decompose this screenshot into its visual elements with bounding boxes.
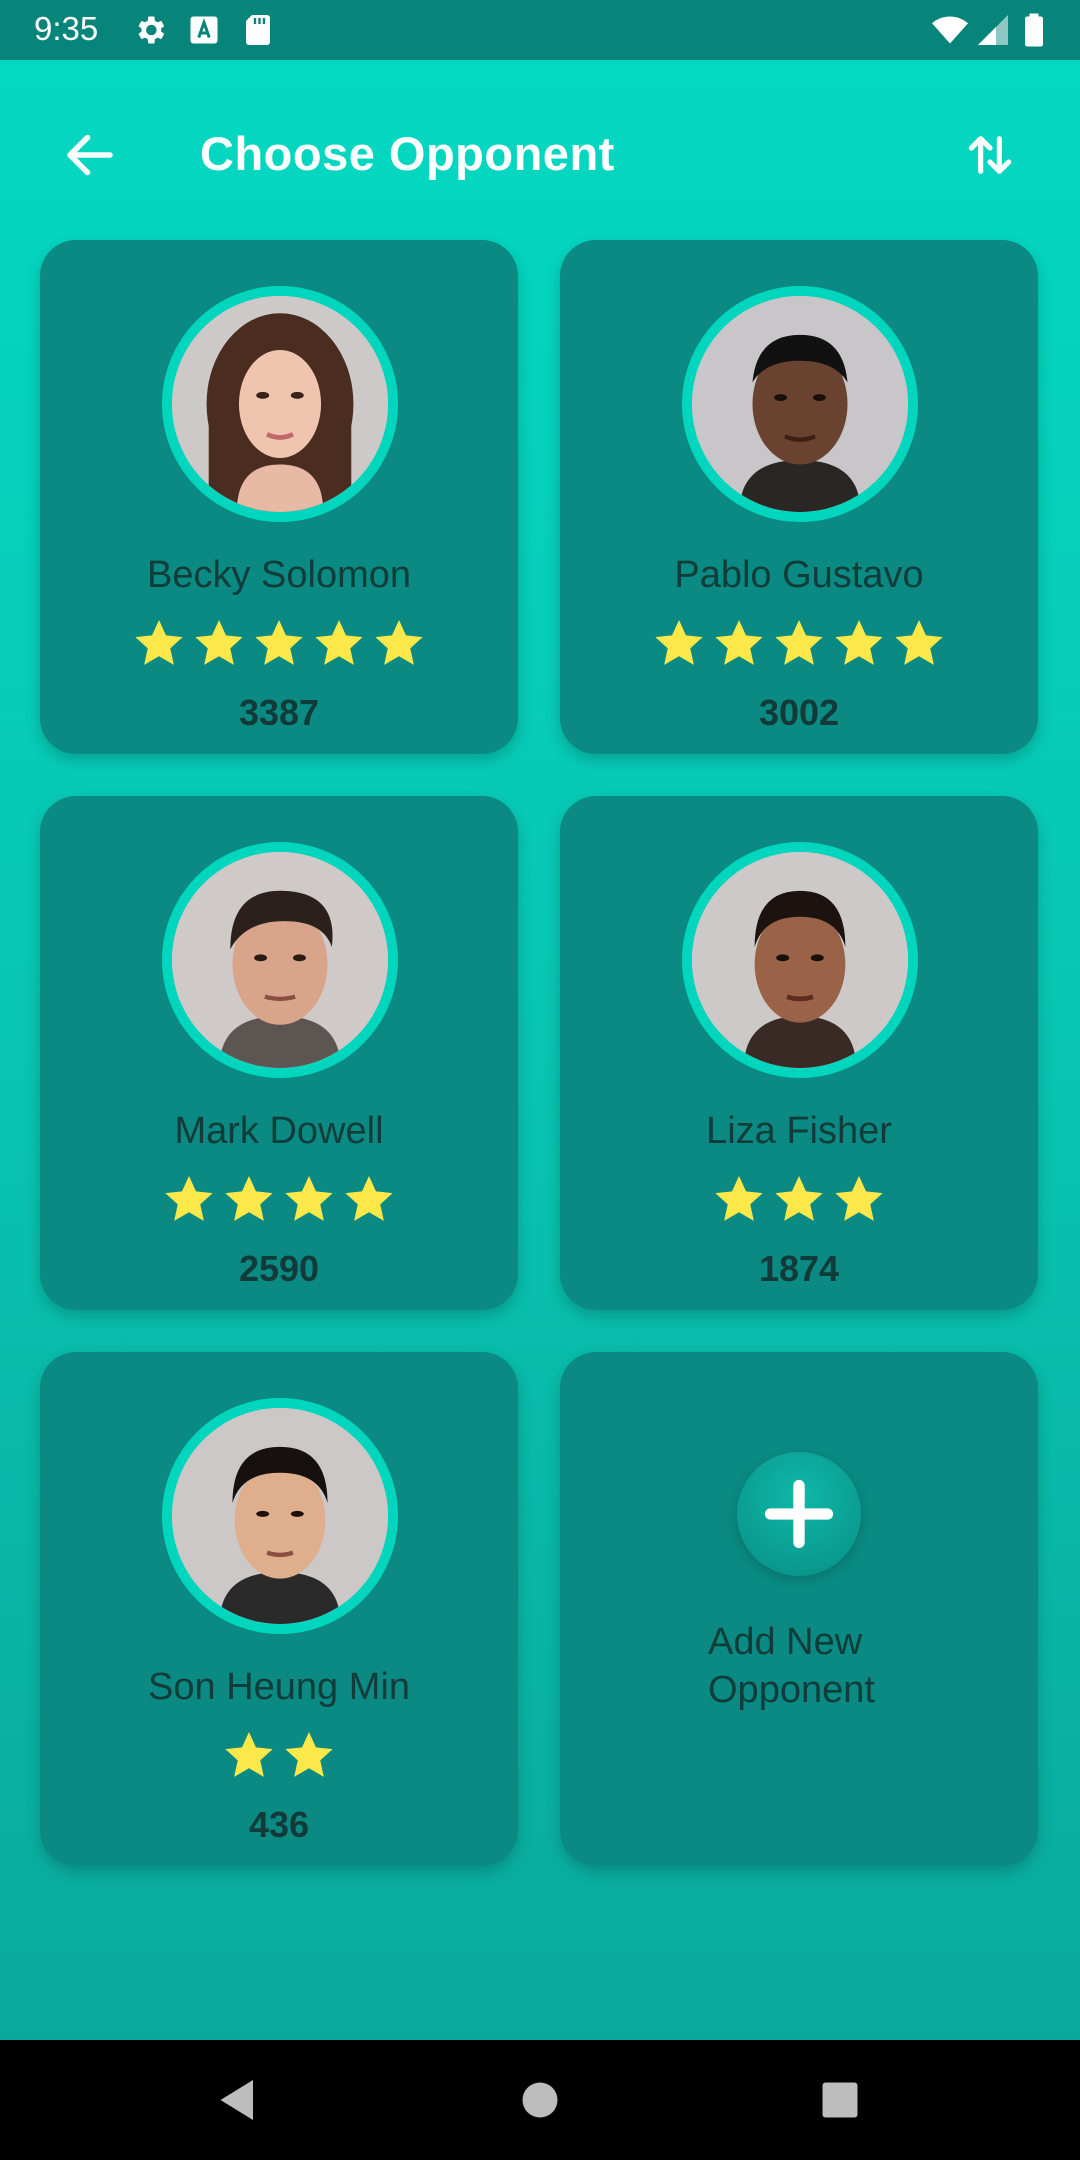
star-icon — [895, 620, 943, 665]
opponent-name: Liza Fisher — [706, 1110, 892, 1152]
star-icon — [375, 620, 423, 665]
star-icon — [775, 1176, 823, 1221]
back-button[interactable] — [60, 125, 120, 185]
opponent-name: Pablo Gustavo — [674, 554, 924, 596]
add-opponent-label: Add New Opponent — [708, 1618, 875, 1714]
add-button[interactable] — [737, 1452, 861, 1576]
home-circle-icon[interactable] — [510, 2070, 570, 2130]
star-icon — [835, 1176, 883, 1221]
gear-icon — [138, 16, 165, 44]
opponent-rating: 3002 — [758, 692, 840, 733]
star-icon — [225, 1176, 273, 1221]
opponent-card[interactable]: Becky Solomon 3387 — [40, 240, 518, 754]
app-screen: Choose Opponent Becky Solomon 3387 Pablo… — [0, 60, 1080, 2040]
opponent-card[interactable]: Mark Dowell 2590 — [40, 796, 518, 1310]
opponent-rating: 436 — [248, 1804, 310, 1845]
star-icon — [835, 620, 883, 665]
star-rating — [560, 616, 1038, 672]
opponent-name: Mark Dowell — [174, 1110, 384, 1152]
avatar — [682, 842, 918, 1078]
status-bar: 9:35 — [0, 0, 1080, 60]
page-title: Choose Opponent — [200, 127, 615, 180]
star-icon — [195, 620, 243, 665]
status-time: 9:35 — [34, 10, 99, 47]
star-icon — [225, 1732, 273, 1777]
star-icon — [285, 1176, 333, 1221]
opponent-rating: 2590 — [238, 1248, 320, 1289]
star-icon — [655, 620, 703, 665]
opponent-rating: 3387 — [238, 692, 320, 733]
star-rating — [40, 1172, 518, 1228]
star-icon — [315, 620, 363, 665]
signal-icon — [978, 15, 1008, 45]
star-icon — [165, 1176, 213, 1221]
opponent-name: Becky Solomon — [146, 554, 411, 596]
back-triangle-icon[interactable] — [208, 2070, 268, 2130]
battery-icon — [1025, 13, 1043, 47]
star-icon — [775, 620, 823, 665]
star-icon — [255, 620, 303, 665]
recents-square-icon[interactable] — [810, 2070, 870, 2130]
opponent-name: Son Heung Min — [148, 1666, 410, 1708]
avatar — [682, 286, 918, 522]
text-recognition-icon — [190, 16, 218, 44]
sort-arrows-icon[interactable] — [962, 125, 1018, 185]
star-icon — [715, 1176, 763, 1221]
star-rating — [40, 1728, 518, 1784]
sd-card-icon — [246, 15, 270, 45]
opponent-card[interactable]: Son Heung Min 436 — [40, 1352, 518, 1866]
plus-icon — [764, 1479, 834, 1549]
avatar — [162, 842, 398, 1078]
opponent-card[interactable]: Pablo Gustavo 3002 — [560, 240, 1038, 754]
add-label-line2: Opponent — [708, 1669, 875, 1711]
avatar — [162, 286, 398, 522]
star-icon — [715, 620, 763, 665]
opponent-rating: 1874 — [758, 1248, 840, 1289]
star-icon — [285, 1732, 333, 1777]
star-rating — [40, 616, 518, 672]
navigation-bar — [0, 2040, 1080, 2160]
wifi-icon — [932, 16, 968, 44]
star-icon — [135, 620, 183, 665]
avatar — [162, 1398, 398, 1634]
add-opponent-card[interactable]: Add New Opponent — [560, 1352, 1038, 1866]
star-icon — [345, 1176, 393, 1221]
opponent-card[interactable]: Liza Fisher 1874 — [560, 796, 1038, 1310]
star-rating — [560, 1172, 1038, 1228]
add-label-line1: Add New — [708, 1621, 863, 1663]
